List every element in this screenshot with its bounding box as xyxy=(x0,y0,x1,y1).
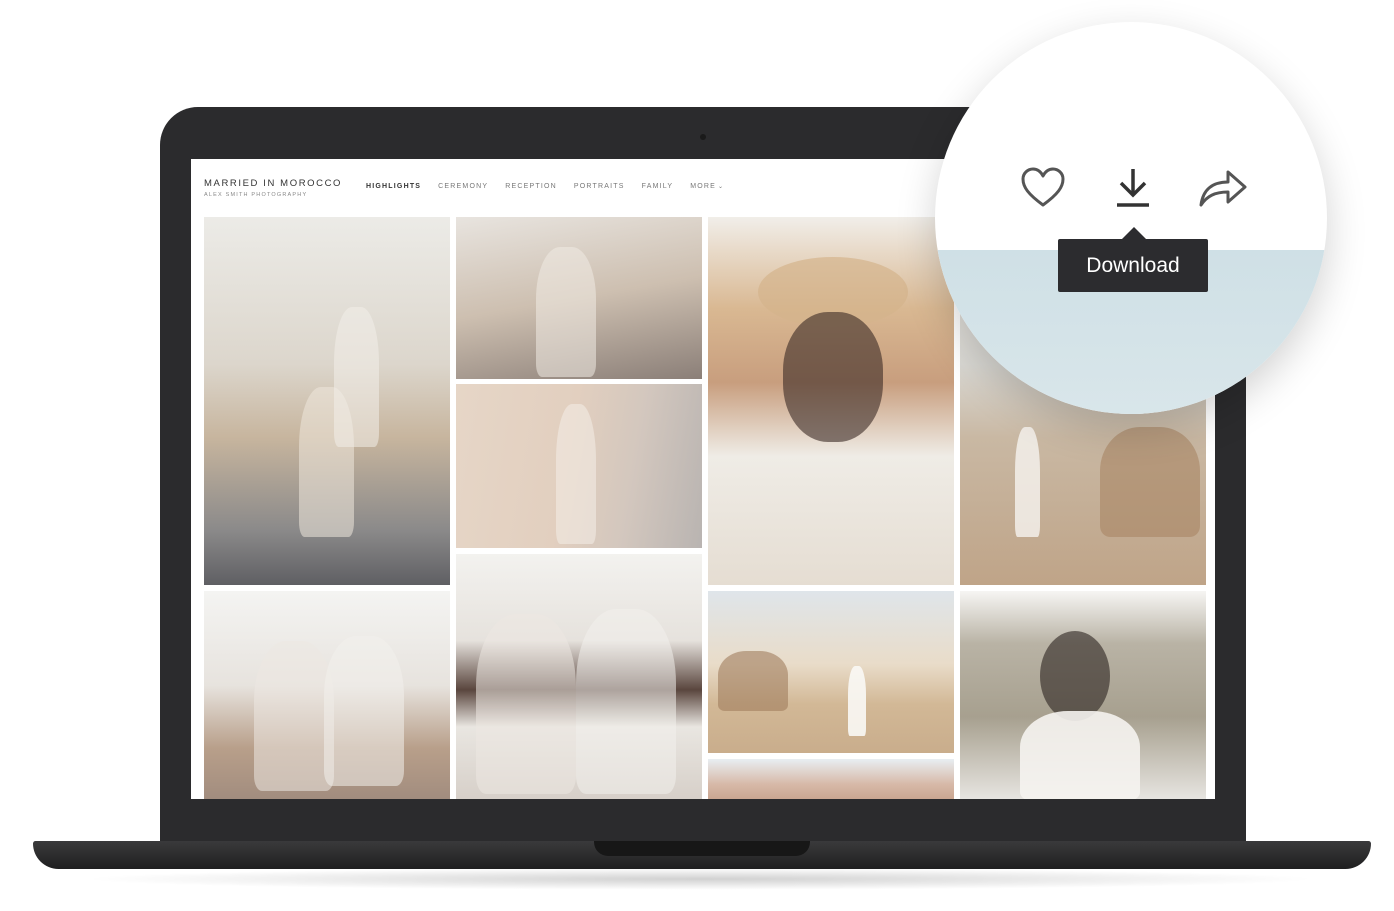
photo-subject xyxy=(718,651,788,711)
nav-more-label: MORE xyxy=(690,183,716,190)
photo-subject xyxy=(334,307,379,447)
laptop-shadow xyxy=(80,868,1320,890)
gallery-photo[interactable] xyxy=(456,384,702,548)
laptop-camera xyxy=(700,134,706,140)
gallery-nav: HIGHLIGHTS CEREMONY RECEPTION PORTRAITS … xyxy=(366,183,741,190)
gallery-photo[interactable] xyxy=(204,591,450,799)
nav-more[interactable]: MORE ⌄ xyxy=(690,183,724,190)
nav-family[interactable]: FAMILY xyxy=(642,183,674,190)
gallery-photo[interactable] xyxy=(708,217,954,585)
photo-subject xyxy=(536,247,596,377)
photo-subject xyxy=(324,636,404,786)
gallery-photo[interactable] xyxy=(456,217,702,379)
gallery-photo[interactable] xyxy=(708,759,954,799)
photo-subject xyxy=(254,641,334,791)
zoom-callout: Download xyxy=(935,22,1327,414)
photo-subject xyxy=(1100,427,1200,537)
photo-subject xyxy=(848,666,866,736)
photo-subject xyxy=(783,312,883,442)
nav-ceremony[interactable]: CEREMONY xyxy=(438,183,488,190)
photo-subject xyxy=(556,404,596,544)
photo-subject xyxy=(476,614,576,794)
nav-reception[interactable]: RECEPTION xyxy=(505,183,557,190)
gallery-photo[interactable] xyxy=(204,217,450,585)
laptop-notch xyxy=(594,841,810,856)
gallery-photo[interactable] xyxy=(456,554,702,799)
gallery-photo[interactable] xyxy=(960,591,1206,799)
gallery-title: MARRIED IN MOROCCO xyxy=(204,178,343,189)
chevron-down-icon: ⌄ xyxy=(718,184,725,190)
download-tooltip: Download xyxy=(1058,239,1208,292)
photo-subject xyxy=(576,609,676,794)
photo-subject xyxy=(1015,427,1040,537)
tooltip-arrow xyxy=(1122,227,1146,239)
nav-portraits[interactable]: PORTRAITS xyxy=(574,183,625,190)
photo-subject xyxy=(1040,631,1110,721)
gallery-photo[interactable] xyxy=(708,591,954,753)
nav-highlights[interactable]: HIGHLIGHTS xyxy=(366,183,421,190)
share-icon[interactable] xyxy=(1197,167,1249,209)
download-icon[interactable] xyxy=(1112,166,1154,210)
heart-icon[interactable] xyxy=(1020,167,1066,209)
photo-subject xyxy=(1020,711,1140,799)
gallery-subtitle: ALEX SMITH PHOTOGRAPHY xyxy=(204,192,308,198)
